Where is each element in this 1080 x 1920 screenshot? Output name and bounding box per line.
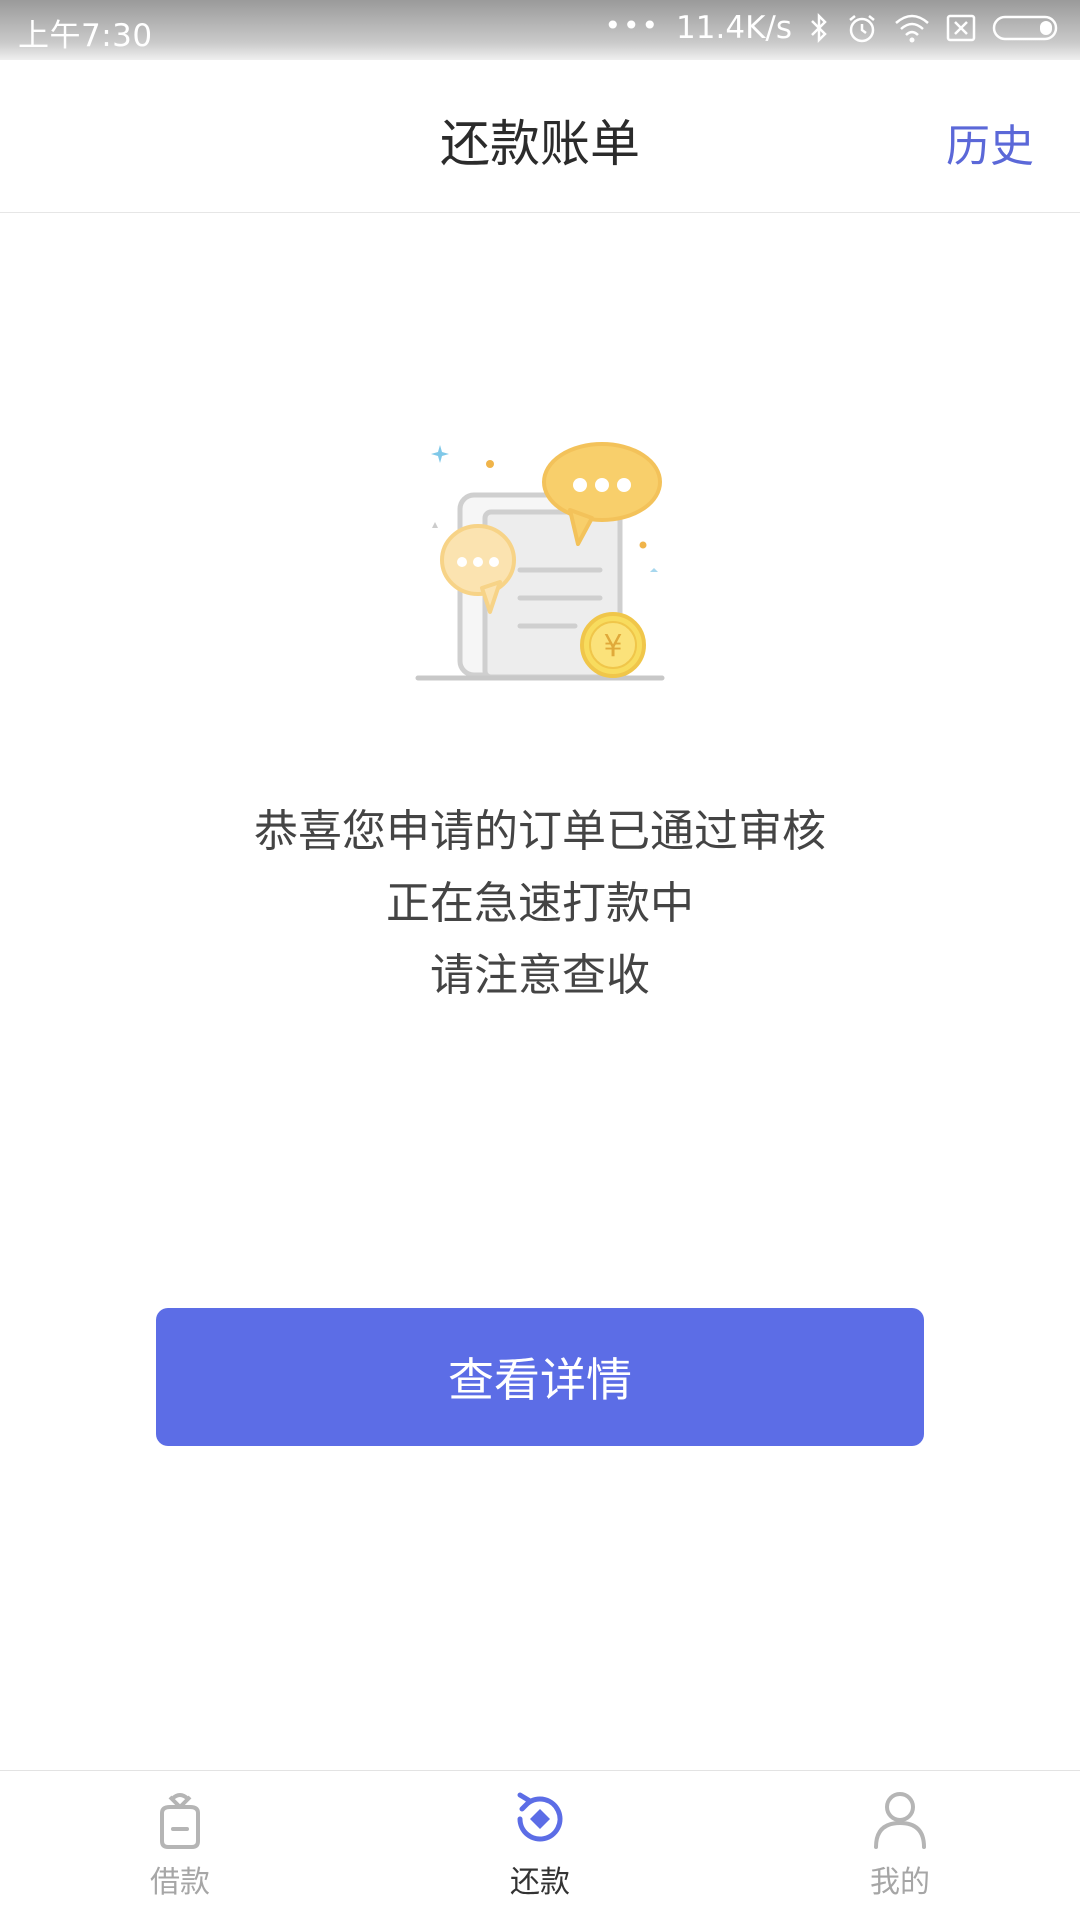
app-header: 还款账单 历史 [0,60,1080,213]
screen: 上午7:30 ••• 11.4K/s 还款账单 历史 ¥ 恭喜您申请的订单已通过… [0,0,1080,1920]
tab-mine-label: 我的 [870,1865,930,1900]
page-title: 还款账单 [440,115,640,173]
wifi-icon [895,14,929,43]
battery-icon [992,15,1058,41]
tab-loan[interactable]: 借款 [0,1771,360,1920]
more-dots-icon: ••• [604,8,661,42]
sim-off-icon [946,14,976,42]
status-icons: ••• 11.4K/s [604,8,1063,46]
history-link[interactable]: 历史 [946,110,1034,174]
tab-mine[interactable]: 我的 [720,1771,1080,1920]
tab-repay[interactable]: 还款 [360,1771,720,1920]
view-details-button[interactable]: 查看详情 [156,1308,924,1446]
coin-icon: ¥ [580,612,646,678]
alarm-icon [849,15,875,43]
status-bar: 上午7:30 ••• 11.4K/s [0,0,1080,60]
tab-loan-label: 借款 [150,1865,210,1900]
user-icon [874,1792,926,1849]
document-icon: ¥ [415,442,665,681]
status-illustration: ¥ [410,440,670,690]
message-line-3: 请注意查收 [430,950,650,1001]
message-line-2: 正在急速打款中 [386,878,694,929]
network-speed: 11.4K/s [676,10,792,46]
status-message: 恭喜您申请的订单已通过审核 正在急速打款中 请注意查收 [0,796,1080,1012]
bluetooth-icon [811,12,827,44]
status-time: 上午7:30 [18,18,153,54]
tab-repay-label: 还款 [510,1865,570,1900]
message-line-1: 恭喜您申请的订单已通过审核 [254,806,826,857]
currency-symbol: ¥ [603,629,622,664]
repay-cycle-icon [517,1792,563,1842]
bottom-tab-bar: 借款 还款 我的 [0,1770,1080,1920]
loan-bag-icon [160,1793,200,1849]
